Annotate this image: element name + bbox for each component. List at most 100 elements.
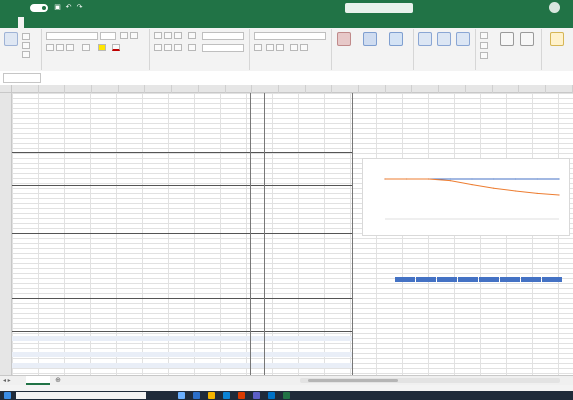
cell-value[interactable] <box>164 212 186 217</box>
font-name-dropdown[interactable] <box>46 32 98 40</box>
cell-value[interactable] <box>212 206 234 211</box>
column-header[interactable] <box>226 85 253 93</box>
data-point[interactable] <box>384 178 386 180</box>
cell-value[interactable] <box>140 212 162 217</box>
cell-value[interactable] <box>188 212 210 217</box>
cell-value[interactable] <box>92 190 114 195</box>
cell-value[interactable] <box>140 239 162 244</box>
cell-value[interactable] <box>92 212 114 217</box>
cell-value[interactable] <box>140 368 162 373</box>
cell-value[interactable] <box>164 228 186 233</box>
column-header[interactable] <box>279 85 306 93</box>
cell-value[interactable] <box>236 277 258 282</box>
cell-value[interactable] <box>188 239 210 244</box>
cell-value[interactable] <box>164 158 186 163</box>
cell-value[interactable] <box>140 260 162 265</box>
orientation-icon[interactable] <box>188 32 196 39</box>
cell-value[interactable] <box>188 314 210 319</box>
cell-value[interactable] <box>116 336 138 341</box>
cell-value[interactable] <box>212 142 234 147</box>
cell-value[interactable] <box>212 363 234 368</box>
data-point[interactable] <box>493 178 495 180</box>
line-chart[interactable] <box>362 158 570 236</box>
format-cells-icon[interactable] <box>456 32 470 46</box>
cell-value[interactable] <box>212 201 234 206</box>
cell-value[interactable] <box>116 304 138 309</box>
cell-value[interactable] <box>140 255 162 260</box>
format-painter-icon[interactable] <box>22 51 30 58</box>
cell-value[interactable] <box>92 363 114 368</box>
cell-value[interactable] <box>92 174 114 179</box>
data-point[interactable] <box>427 178 430 180</box>
cell-value[interactable] <box>188 255 210 260</box>
search-box[interactable] <box>345 3 413 13</box>
tab-data[interactable] <box>123 17 129 28</box>
add-sheet-icon[interactable]: ⊕ <box>54 377 62 385</box>
cell-value[interactable] <box>140 228 162 233</box>
cell-value[interactable] <box>140 174 162 179</box>
cell-value[interactable] <box>92 320 114 325</box>
cell-value[interactable] <box>140 206 162 211</box>
data-point[interactable] <box>536 178 538 180</box>
cell-value[interactable] <box>116 368 138 373</box>
cell-value[interactable] <box>92 304 114 309</box>
cell-value[interactable] <box>116 358 138 363</box>
cell-value[interactable] <box>212 341 234 346</box>
cell-value[interactable] <box>140 131 162 136</box>
cell-value[interactable] <box>140 115 162 120</box>
cell-value[interactable] <box>116 190 138 195</box>
cell-value[interactable] <box>92 125 114 130</box>
cell-value[interactable] <box>236 347 258 352</box>
cell-value[interactable] <box>236 336 258 341</box>
align-top-icon[interactable] <box>154 32 162 39</box>
teams-icon[interactable] <box>253 392 260 399</box>
cell-value[interactable] <box>92 223 114 228</box>
store-icon[interactable] <box>223 392 230 399</box>
cell-value[interactable] <box>116 244 138 249</box>
cell-value[interactable] <box>188 109 210 114</box>
cell-value[interactable] <box>164 120 186 125</box>
cell-value[interactable] <box>92 277 114 282</box>
indent-icon[interactable] <box>188 44 196 51</box>
cell-value[interactable] <box>140 223 162 228</box>
cell-value[interactable] <box>212 347 234 352</box>
cell-value[interactable] <box>212 260 234 265</box>
cell-value[interactable] <box>164 190 186 195</box>
data-point[interactable] <box>493 187 495 189</box>
cell-value[interactable] <box>92 352 114 357</box>
cell-value[interactable] <box>140 266 162 271</box>
cell-value[interactable] <box>236 304 258 309</box>
column-header[interactable] <box>39 85 66 93</box>
column-header[interactable] <box>493 85 520 93</box>
fill-color-icon[interactable] <box>98 44 106 51</box>
cell-value[interactable] <box>116 120 138 125</box>
cell-value[interactable] <box>212 190 234 195</box>
cell-value[interactable] <box>188 336 210 341</box>
cell-value[interactable] <box>140 142 162 147</box>
cell-value[interactable] <box>236 223 258 228</box>
cell-value[interactable] <box>140 217 162 222</box>
data-point[interactable] <box>449 178 451 180</box>
cell-value[interactable] <box>116 179 138 184</box>
cell-value[interactable] <box>212 239 234 244</box>
cell-value[interactable] <box>236 239 258 244</box>
cell-value[interactable] <box>164 363 186 368</box>
cell-value[interactable] <box>212 304 234 309</box>
cell-value[interactable] <box>116 104 138 109</box>
horizontal-scrollbar[interactable] <box>300 378 560 383</box>
cell-value[interactable] <box>116 352 138 357</box>
cell-value[interactable] <box>236 352 258 357</box>
cell-value[interactable] <box>116 293 138 298</box>
align-right-icon[interactable] <box>174 44 182 51</box>
cell-value[interactable] <box>236 98 258 103</box>
cell-value[interactable] <box>116 309 138 314</box>
cell-value[interactable] <box>164 206 186 211</box>
cell-value[interactable] <box>164 320 186 325</box>
cell-value[interactable] <box>164 341 186 346</box>
cell-value[interactable] <box>116 131 138 136</box>
cell-value[interactable] <box>188 282 210 287</box>
data-point[interactable] <box>536 192 538 194</box>
column-header[interactable] <box>146 85 173 93</box>
formula-input[interactable] <box>68 73 568 83</box>
cell-value[interactable] <box>140 196 162 201</box>
